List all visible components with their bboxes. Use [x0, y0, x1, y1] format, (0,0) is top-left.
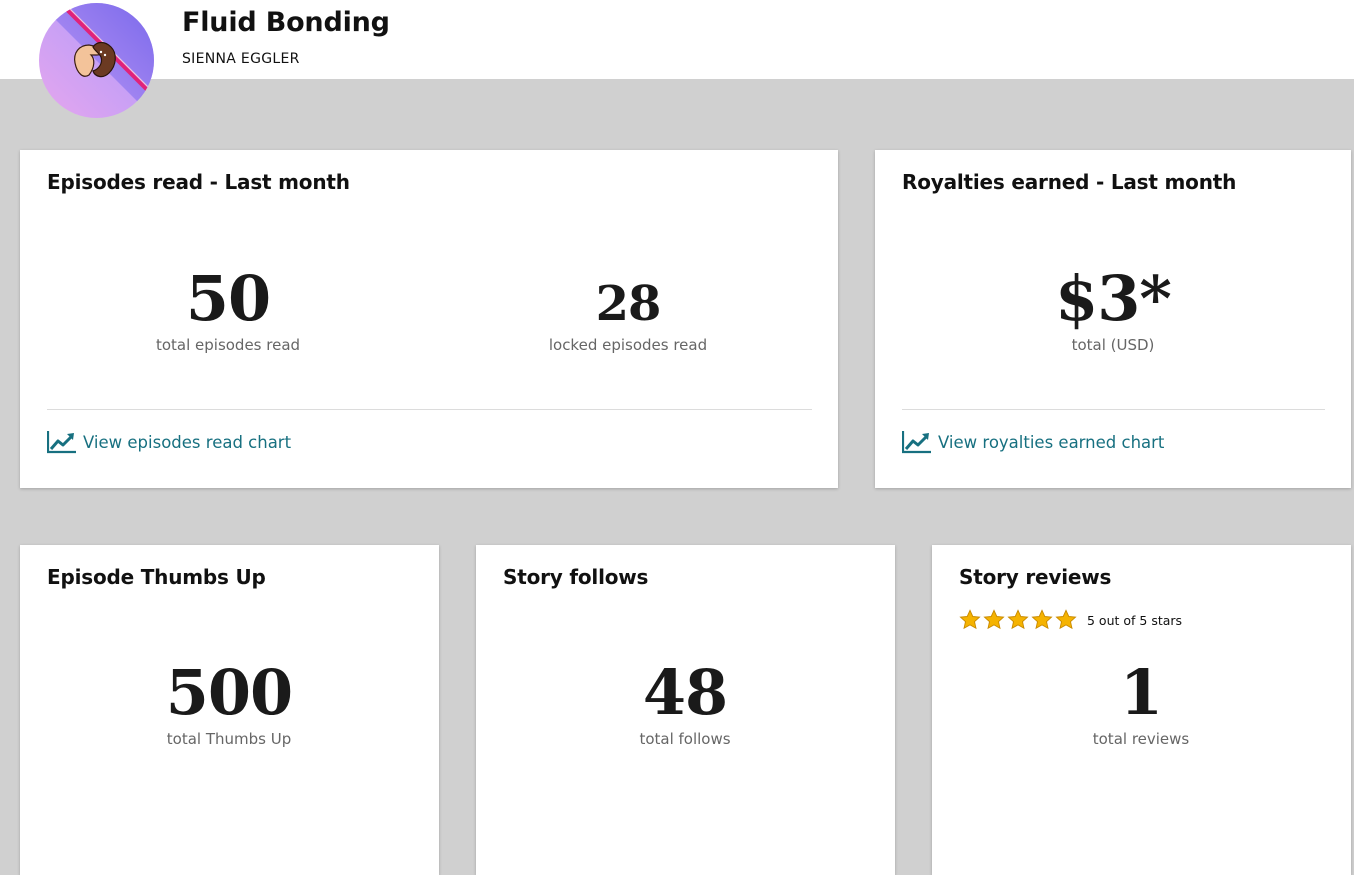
story-title: Fluid Bonding [182, 7, 390, 38]
story-reviews-label: total reviews [1092, 730, 1190, 748]
story-follows-value: 48 [642, 656, 728, 729]
story-reviews-card: Story reviews 5 out of 5 stars 1 total r… [932, 545, 1351, 875]
story-cover-icon [39, 3, 154, 118]
locked-episodes-label: locked episodes read [548, 336, 708, 354]
story-reviews-metric: 1 total reviews [991, 656, 1291, 749]
star-icon [983, 609, 1005, 630]
star-icon [959, 609, 981, 630]
star-icon [1055, 609, 1077, 630]
royalties-card: Royalties earned - Last month $3* total … [875, 150, 1351, 488]
view-episodes-chart-label: View episodes read chart [83, 432, 292, 452]
view-royalties-chart-label: View royalties earned chart [938, 432, 1165, 452]
total-episodes-value: 50 [185, 262, 271, 335]
star-rating: 5 out of 5 stars [959, 609, 1182, 631]
star-icon [1031, 609, 1053, 630]
locked-episodes-metric: 28 locked episodes read [478, 280, 778, 354]
star-icon [1007, 609, 1029, 630]
total-episodes-metric: 50 total episodes read [78, 262, 378, 355]
locked-episodes-value: 28 [595, 276, 662, 332]
thumbs-up-card: Episode Thumbs Up 500 total Thumbs Up [20, 545, 439, 875]
story-follows-metric: 48 total follows [535, 656, 835, 749]
royalties-title: Royalties earned - Last month [902, 170, 1237, 194]
story-cover-image [39, 3, 154, 118]
story-reviews-value: 1 [1119, 656, 1163, 729]
chart-trend-icon [902, 431, 931, 454]
episodes-read-card: Episodes read - Last month 50 total epis… [20, 150, 838, 488]
royalties-metric: $3* total (USD) [963, 262, 1263, 355]
thumbs-up-value: 500 [165, 656, 293, 729]
story-follows-title: Story follows [503, 565, 649, 589]
story-follows-label: total follows [639, 730, 731, 748]
view-episodes-chart-link[interactable]: View episodes read chart [47, 430, 291, 454]
thumbs-up-metric: 500 total Thumbs Up [79, 656, 379, 749]
total-episodes-label: total episodes read [155, 336, 301, 354]
view-royalties-chart-link[interactable]: View royalties earned chart [902, 430, 1164, 454]
royalties-value: $3* [1055, 262, 1172, 335]
story-header: Fluid Bonding SIENNA EGGLER [0, 0, 1354, 79]
chart-trend-icon [47, 431, 76, 454]
story-reviews-title: Story reviews [959, 565, 1112, 589]
episodes-read-title: Episodes read - Last month [47, 170, 350, 194]
thumbs-up-label: total Thumbs Up [166, 730, 292, 748]
author-name: SIENNA EGGLER [182, 51, 300, 67]
card-divider [47, 409, 812, 410]
card-divider [902, 409, 1325, 410]
star-rating-text: 5 out of 5 stars [1087, 612, 1183, 628]
thumbs-up-title: Episode Thumbs Up [47, 565, 266, 589]
royalties-label: total (USD) [1071, 336, 1155, 354]
story-follows-card: Story follows 48 total follows [476, 545, 895, 875]
